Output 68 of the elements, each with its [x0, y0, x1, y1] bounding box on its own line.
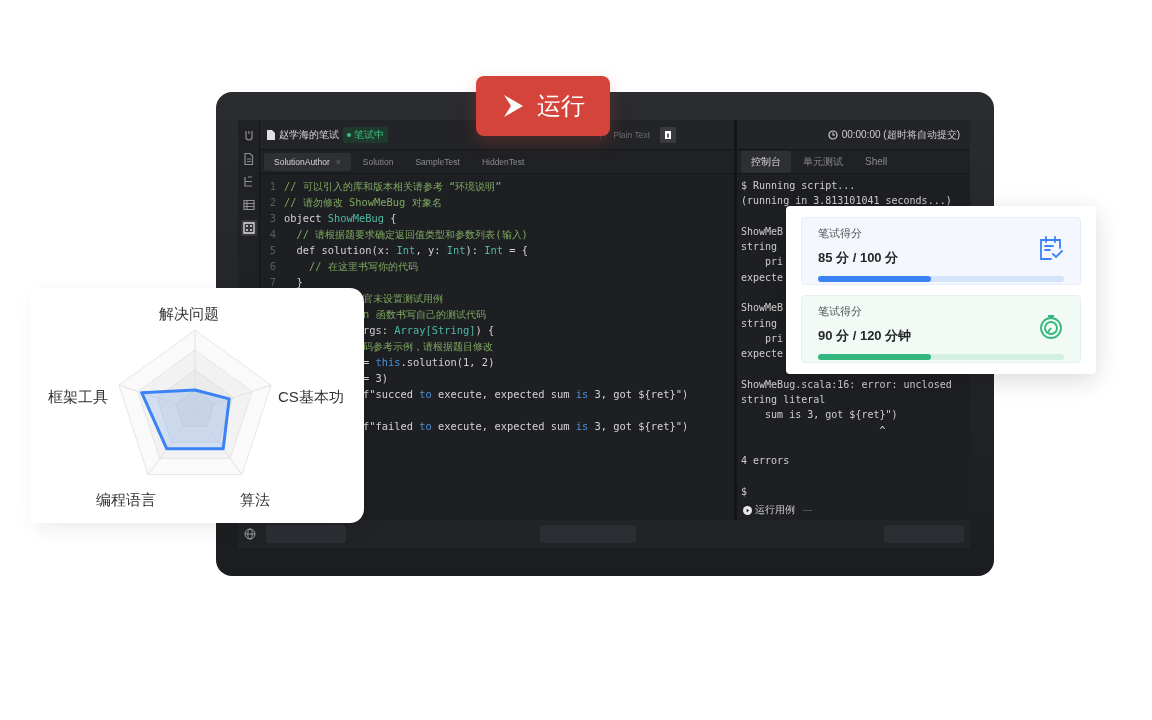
line-number: 7: [268, 275, 276, 290]
console-line: (running in 3.813101041 seconds...): [741, 194, 952, 209]
code-line: rgs: Array[String]) {: [363, 323, 495, 338]
console-tab[interactable]: Shell: [855, 152, 898, 171]
code-line: 官未设置测试用例: [363, 291, 443, 306]
code-line: f"failed to execute, expected sum is 3, got ${ret}"): [363, 419, 689, 434]
play-icon: [501, 93, 525, 119]
console-line: $ Running script...: [741, 179, 856, 193]
console-line: ShowMeBug.scala:16: error: unclosed: [741, 377, 952, 392]
table-icon[interactable]: [240, 197, 257, 213]
code-line: }: [295, 275, 303, 290]
console-line: pri: [764, 255, 784, 270]
axis-label: 框架工具: [48, 387, 108, 407]
exam-title: 赵学海的笔试: [279, 127, 339, 142]
stopwatch-icon: [1038, 312, 1064, 339]
file-tab[interactable]: SolutionAuthor ×: [264, 152, 351, 171]
code-line: // 请根据题要求确定返回值类型和参数列表(输入): [295, 227, 528, 242]
console-line: $: [741, 484, 748, 499]
code-line: object ShowMeBug {: [284, 211, 397, 226]
console-tab[interactable]: 控制台: [741, 150, 791, 173]
code-line: n 函数书写自己的测试代码: [363, 307, 486, 322]
code-line: // 请勿修改 ShowMeBug 对象名: [284, 195, 442, 210]
line-number: 5: [268, 243, 276, 258]
console-line: sum is 3, got ${ret}"): [764, 408, 898, 423]
score-value: 90 分 / 120 分钟: [818, 326, 913, 345]
console-line: string: [741, 240, 778, 255]
checklist-icon[interactable]: [240, 220, 257, 236]
console-line: expecte: [741, 347, 784, 362]
clock-icon: [827, 129, 838, 140]
file-tab[interactable]: HiddenTest: [471, 152, 535, 171]
code-line: // 可以引入的库和版本相关请参考 “环境说明”: [284, 179, 502, 194]
file-tab[interactable]: Solution: [352, 152, 404, 171]
console-line: ShowMeB: [741, 224, 784, 239]
run-cases-button[interactable]: 运行用例: [743, 503, 795, 517]
calendar-check-icon: [1038, 234, 1064, 261]
info-icon[interactable]: [660, 126, 676, 143]
line-number: 4: [268, 227, 276, 242]
status-badge: 笔试中: [343, 126, 388, 143]
play-icon: [743, 505, 752, 515]
line-number: 3: [268, 211, 276, 226]
console-line: pri: [764, 331, 784, 346]
axis-label: 编程语言: [96, 490, 156, 510]
line-number: 1: [268, 179, 276, 194]
run-button[interactable]: 运行: [476, 76, 610, 136]
line-number: 6: [268, 259, 276, 274]
globe-icon[interactable]: [244, 528, 256, 540]
score-label: 笔试得分: [818, 227, 863, 241]
console-line: ShowMeB: [741, 301, 784, 316]
console-line: 4 errors: [741, 454, 790, 469]
score-value: 85 分 / 100 分: [818, 248, 900, 267]
code-line: 码参考示例，请根据题目修改: [363, 339, 493, 354]
axis-label: CS基本功: [278, 387, 344, 407]
code-line: // 在这里书写你的代码: [308, 259, 418, 274]
console-line: string: [741, 316, 778, 331]
score-label: 笔试得分: [818, 305, 863, 319]
code-line: def solution(x: Int, y: Int): Int = {: [295, 243, 529, 258]
timer: 00:00:00 (超时将自动提交): [841, 127, 960, 142]
file-icon: [266, 129, 275, 140]
axis-label: 算法: [240, 490, 270, 510]
console-line: ^: [878, 423, 886, 438]
console-tab[interactable]: 单元测试: [793, 150, 853, 173]
file-tab[interactable]: SampleTest: [405, 152, 470, 171]
code-line: f"succed to execute, expected sum is 3, got ${ret}"): [363, 387, 689, 402]
console-line: string literal: [741, 393, 826, 408]
line-number: 2: [268, 195, 276, 210]
more-label: —: [803, 505, 812, 515]
console-line: expecte: [741, 270, 784, 285]
axis-label: 解决问题: [159, 304, 219, 324]
